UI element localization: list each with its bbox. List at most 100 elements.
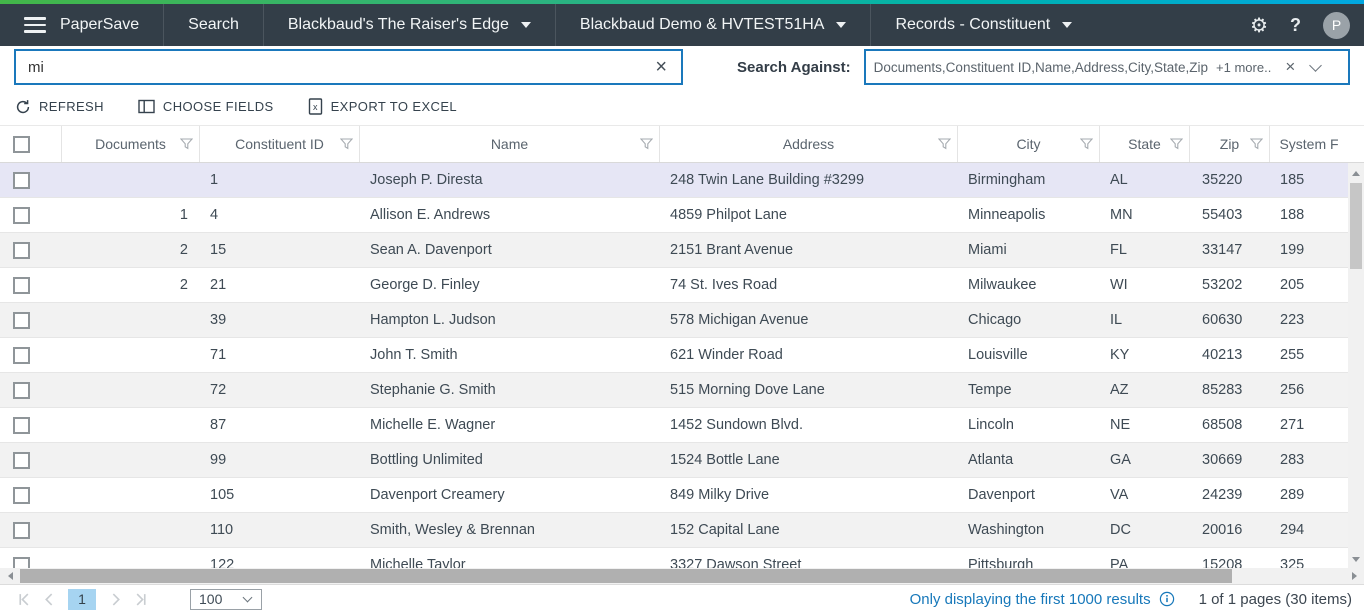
refresh-button[interactable]: REFRESH (15, 99, 104, 115)
column-header-name[interactable]: Name (360, 126, 660, 162)
cell-state: KY (1100, 338, 1190, 372)
cell-name: Joseph P. Diresta (360, 163, 660, 197)
cell-constituent-id: 87 (200, 408, 360, 442)
brand-home[interactable]: PaperSave (0, 4, 164, 46)
table-row[interactable]: 87 Michelle E. Wagner 1452 Sundown Blvd.… (0, 408, 1364, 443)
cell-system: 188 (1270, 198, 1348, 232)
clear-fields-icon[interactable]: × (1285, 57, 1295, 77)
row-checkbox[interactable] (13, 312, 30, 329)
cell-zip: 53202 (1190, 268, 1270, 302)
row-checkbox[interactable] (13, 417, 30, 434)
select-all-cell (0, 126, 62, 162)
search-against-dropdown[interactable]: Documents,Constituent ID,Name,Address,Ci… (864, 49, 1350, 85)
row-checkbox[interactable] (13, 382, 30, 399)
filter-icon[interactable] (340, 138, 353, 150)
row-checkbox[interactable] (13, 207, 30, 224)
table-row[interactable]: 1 4 Allison E. Andrews 4859 Philpot Lane… (0, 198, 1364, 233)
vertical-scroll-thumb[interactable] (1350, 183, 1362, 269)
column-header-constituent-id[interactable]: Constituent ID (200, 126, 360, 162)
row-checkbox[interactable] (13, 522, 30, 539)
search-box: × (14, 49, 683, 85)
table-row[interactable]: 72 Stephanie G. Smith 515 Morning Dove L… (0, 373, 1364, 408)
help-icon[interactable]: ? (1290, 15, 1301, 36)
clear-search-icon[interactable]: × (641, 57, 681, 77)
row-checkbox[interactable] (13, 277, 30, 294)
cell-city: Lincoln (958, 408, 1100, 442)
row-checkbox[interactable] (13, 487, 30, 504)
previous-page-button[interactable] (36, 588, 62, 610)
row-checkbox-cell (0, 233, 62, 267)
tab-search[interactable]: Search (164, 4, 264, 46)
vertical-scrollbar[interactable] (1348, 163, 1364, 568)
last-page-button[interactable] (128, 588, 154, 610)
cell-constituent-id: 99 (200, 443, 360, 477)
info-icon[interactable] (1159, 591, 1175, 607)
cell-address: 2151 Brant Avenue (660, 233, 958, 267)
row-checkbox[interactable] (13, 242, 30, 259)
cell-address: 621 Winder Road (660, 338, 958, 372)
row-checkbox[interactable] (13, 452, 30, 469)
column-header-city[interactable]: City (958, 126, 1100, 162)
filter-icon[interactable] (640, 138, 653, 150)
menu-record-type[interactable]: Records - Constituent (871, 4, 1096, 46)
table-row[interactable]: 99 Bottling Unlimited 1524 Bottle Lane A… (0, 443, 1364, 478)
column-label: Documents (95, 136, 166, 152)
scroll-up-arrow[interactable] (1348, 165, 1364, 181)
filter-icon[interactable] (1170, 138, 1183, 150)
hamburger-menu-icon[interactable] (24, 17, 46, 33)
page-size-value: 100 (199, 591, 222, 607)
column-header-system[interactable]: System F (1270, 126, 1348, 162)
filter-icon[interactable] (180, 138, 193, 150)
pagination-bar: 1 100 Only displaying the first 1000 res… (0, 584, 1364, 611)
row-checkbox[interactable] (13, 557, 30, 569)
row-checkbox[interactable] (13, 347, 30, 364)
table-header-row: Documents Constituent ID Name Address Ci… (0, 126, 1364, 163)
row-checkbox[interactable] (13, 172, 30, 189)
cell-system: 289 (1270, 478, 1348, 512)
search-input[interactable] (16, 59, 641, 76)
cell-documents (62, 408, 200, 442)
column-header-address[interactable]: Address (660, 126, 958, 162)
table-row[interactable]: 122 Michelle Taylor 3327 Dawson Street P… (0, 548, 1364, 568)
results-limit-link[interactable]: Only displaying the first 1000 results (910, 591, 1151, 608)
first-page-button[interactable] (10, 588, 36, 610)
table-row[interactable]: 110 Smith, Wesley & Brennan 152 Capital … (0, 513, 1364, 548)
grid-toolbar: REFRESH CHOOSE FIELDS x EXPORT TO EXCEL (0, 88, 1364, 125)
menu-database[interactable]: Blackbaud Demo & HVTEST51HA (556, 4, 872, 46)
next-page-button[interactable] (102, 588, 128, 610)
app-title: PaperSave (60, 16, 139, 34)
table-row[interactable]: 105 Davenport Creamery 849 Milky Drive D… (0, 478, 1364, 513)
more-fields-badge[interactable]: +1 more.. (1216, 60, 1271, 75)
filter-icon[interactable] (1080, 138, 1093, 150)
cell-system: 185 (1270, 163, 1348, 197)
table-row[interactable]: 39 Hampton L. Judson 578 Michigan Avenue… (0, 303, 1364, 338)
filter-icon[interactable] (938, 138, 951, 150)
select-all-checkbox[interactable] (13, 136, 30, 153)
menu-host-application[interactable]: Blackbaud's The Raiser's Edge (264, 4, 556, 46)
column-header-zip[interactable]: Zip (1190, 126, 1270, 162)
scroll-right-arrow[interactable] (1346, 568, 1362, 584)
table-row[interactable]: 71 John T. Smith 621 Winder Road Louisvi… (0, 338, 1364, 373)
table-row[interactable]: 1 Joseph P. Diresta 248 Twin Lane Buildi… (0, 163, 1364, 198)
chevron-down-icon[interactable] (1309, 59, 1322, 72)
cell-name: Bottling Unlimited (360, 443, 660, 477)
search-against-label: Search Against: (737, 59, 851, 76)
column-header-documents[interactable]: Documents (62, 126, 200, 162)
table-row[interactable]: 2 21 George D. Finley 74 St. Ives Road M… (0, 268, 1364, 303)
current-page-button[interactable]: 1 (68, 589, 96, 610)
cell-address: 849 Milky Drive (660, 478, 958, 512)
cell-zip: 35220 (1190, 163, 1270, 197)
settings-gear-icon[interactable]: ⚙ (1250, 13, 1268, 37)
filter-icon[interactable] (1250, 138, 1263, 150)
table-row[interactable]: 2 15 Sean A. Davenport 2151 Brant Avenue… (0, 233, 1364, 268)
horizontal-scroll-thumb[interactable] (20, 569, 1232, 583)
page-size-select[interactable]: 100 (190, 589, 262, 610)
scroll-down-arrow[interactable] (1348, 551, 1364, 567)
horizontal-scrollbar[interactable] (0, 568, 1364, 584)
choose-fields-button[interactable]: CHOOSE FIELDS (138, 99, 274, 114)
user-avatar[interactable]: P (1323, 12, 1350, 39)
export-to-excel-button[interactable]: x EXPORT TO EXCEL (308, 98, 457, 115)
cell-address: 4859 Philpot Lane (660, 198, 958, 232)
column-header-state[interactable]: State (1100, 126, 1190, 162)
scroll-left-arrow[interactable] (2, 568, 18, 584)
